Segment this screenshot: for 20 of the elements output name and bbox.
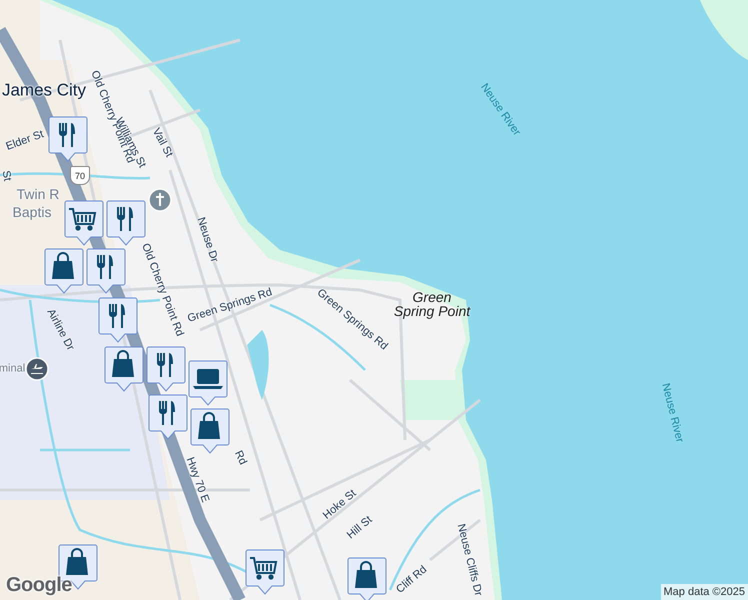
- street-label: Hwy 70 E: [184, 456, 210, 504]
- street-label: Neuse Dr: [194, 216, 220, 264]
- street-label: Old Cherry Point Rd: [139, 242, 185, 338]
- street-label: Airline Dr: [44, 307, 76, 353]
- map-logo: Google: [6, 574, 72, 597]
- place-label: Twin R: [16, 187, 60, 201]
- street-label: Cliff Rd: [394, 564, 430, 596]
- place-label: Baptis: [12, 205, 52, 219]
- street-label: Hill St: [345, 514, 375, 542]
- street-label: St: [0, 170, 12, 182]
- water-label: Neuse River: [659, 382, 685, 444]
- street-label: Vail St: [150, 126, 174, 160]
- street-label: Rd: [232, 449, 248, 467]
- attribution-text: Map data ©2025: [660, 584, 748, 600]
- street-label: Green Springs Rd: [186, 287, 274, 325]
- town-label: James City: [2, 82, 86, 98]
- street-label: Neuse Cliffs Dr: [454, 522, 484, 598]
- street-label: Elder St: [4, 129, 46, 153]
- place-label: Green Spring Point: [392, 290, 472, 318]
- highway-shield: 70: [70, 166, 90, 185]
